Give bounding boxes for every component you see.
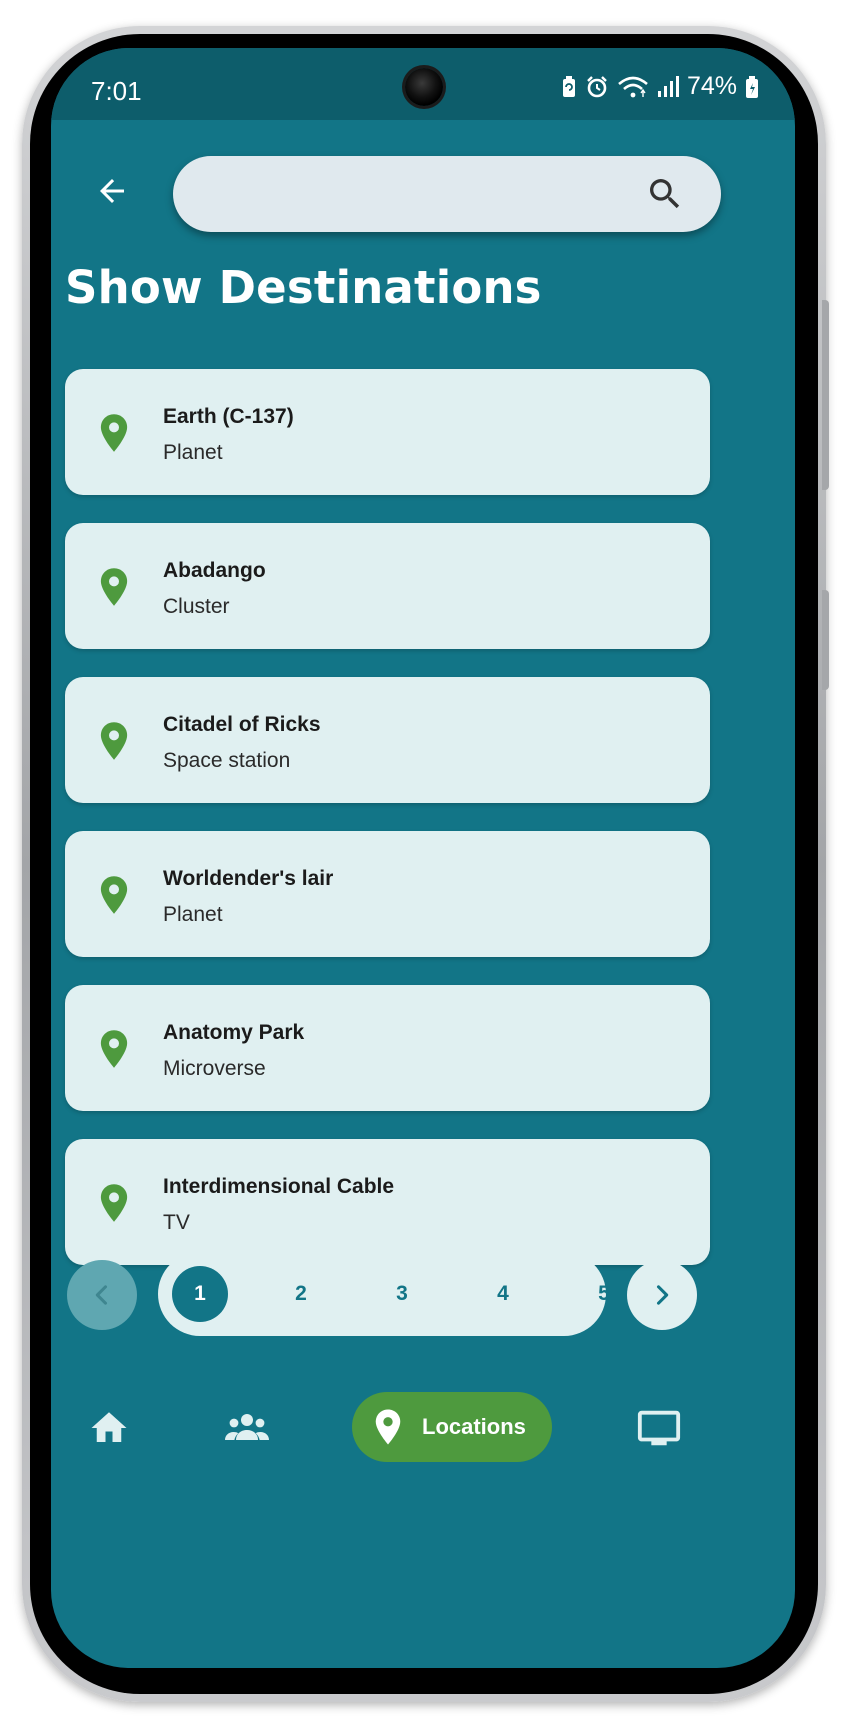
pagination-pages: 1 2 3 4 5 — [158, 1252, 610, 1336]
alarm-icon — [587, 75, 607, 97]
chevron-right-icon — [656, 1285, 669, 1305]
nav-locations-label: Locations — [422, 1414, 526, 1439]
nav-characters[interactable] — [219, 1400, 275, 1456]
destination-type: Planet — [163, 903, 223, 926]
page-4-button[interactable]: 4 — [475, 1266, 531, 1322]
chevron-left-icon — [95, 1285, 108, 1305]
page-1-button[interactable]: 1 — [172, 1266, 228, 1322]
nav-home[interactable] — [81, 1400, 137, 1456]
location-pin-icon — [100, 1030, 128, 1068]
destination-name: Citadel of Ricks — [163, 713, 321, 736]
home-icon — [91, 1412, 127, 1442]
battery-icon — [746, 75, 758, 98]
destination-type: Cluster — [163, 595, 230, 618]
destination-type: Microverse — [163, 1057, 266, 1080]
destination-type: Space station — [163, 749, 291, 772]
back-button[interactable] — [87, 166, 137, 216]
prev-page-button[interactable] — [67, 1260, 137, 1330]
location-pin-icon — [375, 1409, 401, 1445]
page-5-button[interactable]: 5 — [576, 1266, 632, 1322]
tv-icon — [637, 1410, 681, 1446]
destination-name: Abadango — [163, 559, 266, 582]
destination-card[interactable]: Citadel of Ricks Space station — [65, 677, 710, 803]
destination-card[interactable]: Worldender's lair Planet — [65, 831, 710, 957]
location-pin-icon — [100, 568, 128, 606]
destination-name: Worldender's lair — [163, 867, 334, 890]
search-bar[interactable] — [173, 156, 721, 234]
signal-icon — [657, 75, 679, 97]
search-icon[interactable] — [645, 174, 685, 214]
front-camera — [405, 68, 443, 106]
destination-list: Earth (C-137) Planet Abadango Cluster Ci… — [65, 369, 710, 1293]
nav-episodes[interactable] — [631, 1400, 687, 1456]
destination-card[interactable]: Anatomy Park Microverse — [65, 985, 710, 1111]
destination-name: Interdimensional Cable — [163, 1175, 395, 1198]
destination-card[interactable]: Abadango Cluster — [65, 523, 710, 649]
location-pin-icon — [100, 722, 128, 760]
app-screen: 7:01 74% Show Destinations Earth (C-137)… — [51, 48, 795, 1668]
destination-card[interactable]: Earth (C-137) Planet — [65, 369, 710, 495]
status-bar: 7:01 74% — [51, 48, 795, 120]
back-arrow-icon — [100, 179, 124, 203]
people-icon — [225, 1414, 269, 1440]
bottom-nav: Locations — [51, 1378, 795, 1478]
destination-name: Earth (C-137) — [163, 405, 294, 428]
status-icons: 74% — [561, 72, 759, 101]
status-time: 7:01 — [91, 76, 142, 106]
power-button — [822, 590, 829, 690]
destination-name: Anatomy Park — [163, 1021, 305, 1044]
destination-type: Planet — [163, 441, 223, 464]
battery-percent: 74% — [686, 72, 737, 100]
destination-card[interactable]: Interdimensional Cable TV — [65, 1139, 710, 1265]
battery-saver-icon — [562, 75, 575, 97]
page-3-button[interactable]: 3 — [374, 1266, 430, 1322]
next-page-button[interactable] — [627, 1260, 697, 1330]
page-2-button[interactable]: 2 — [273, 1266, 329, 1322]
wifi-icon — [618, 76, 648, 97]
location-pin-icon — [100, 1184, 128, 1222]
page-title: Show Destinations — [65, 261, 542, 314]
volume-button — [822, 300, 829, 490]
destination-type: TV — [163, 1211, 190, 1234]
nav-locations[interactable]: Locations — [352, 1392, 552, 1462]
location-pin-icon — [100, 876, 128, 914]
search-input[interactable] — [201, 156, 625, 234]
location-pin-icon — [100, 414, 128, 452]
